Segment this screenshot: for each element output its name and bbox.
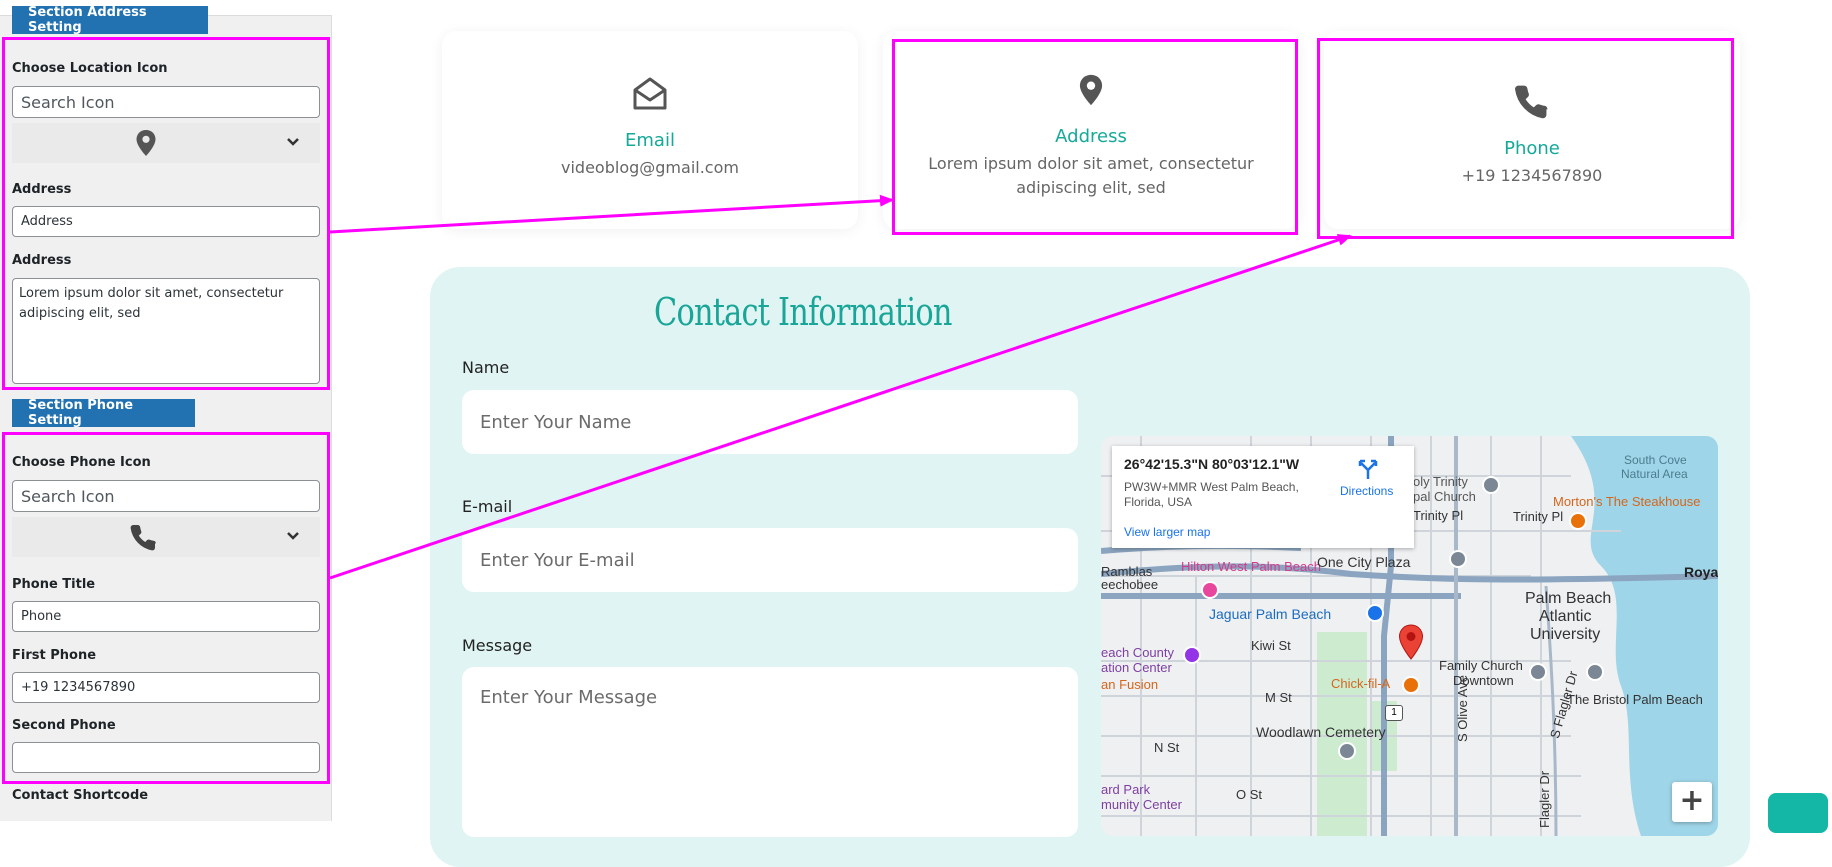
map-label: Jaguar Palm Beach: [1209, 606, 1332, 622]
cemetery-poi-icon[interactable]: [1338, 742, 1356, 760]
highlight-box-address-settings: [2, 37, 330, 390]
map-coordinates: 26°42'15.3"N 80°03'12.1"W: [1124, 456, 1300, 472]
map-label: University: [1530, 626, 1601, 643]
highlight-box-phone-settings: [2, 432, 330, 784]
envelope-open-icon: [633, 77, 667, 110]
church-poi-icon[interactable]: [1482, 476, 1500, 494]
map-label: S Olive Ave: [1455, 675, 1470, 742]
directions-link[interactable]: Directions: [1340, 484, 1393, 498]
museum-poi-icon[interactable]: [1183, 646, 1201, 664]
map-label: Atlantic: [1539, 608, 1592, 625]
name-input[interactable]: Enter Your Name: [462, 390, 1078, 454]
map-label: The Bristol Palm Beach: [1567, 692, 1703, 707]
route-shield: 1: [1385, 705, 1403, 721]
highlight-box-address-card: [892, 39, 1298, 235]
map-label: Royal: [1684, 564, 1718, 580]
directions-icon[interactable]: [1357, 458, 1379, 480]
map-marker-icon[interactable]: [1398, 624, 1424, 660]
map-label: each County: [1101, 645, 1174, 660]
map-label: Flagler Dr: [1537, 770, 1552, 828]
map-label: O St: [1236, 787, 1263, 802]
map-label: One City Plaza: [1317, 554, 1411, 570]
email-label: E-mail: [462, 497, 513, 516]
contact-heading: Contact Information: [654, 290, 952, 334]
map-label: Trinity Pl: [1513, 509, 1564, 524]
map-label: Kiwi St: [1251, 638, 1291, 653]
email-card-text: videoblog@gmail.com: [561, 158, 739, 177]
restaurant-poi-icon[interactable]: [1569, 512, 1587, 530]
map-label: N St: [1154, 740, 1180, 755]
restaurant-poi-icon[interactable]: [1402, 676, 1420, 694]
section-phone-setting-button[interactable]: Section Phone Setting: [12, 398, 195, 428]
map-label: pal Church: [1413, 489, 1476, 504]
church-poi-icon[interactable]: [1529, 663, 1547, 681]
message-textarea[interactable]: Enter Your Message: [462, 667, 1078, 837]
map-label: ard Park: [1101, 782, 1151, 797]
map-label: an Fusion: [1101, 677, 1159, 692]
shopping-poi-icon[interactable]: [1366, 604, 1384, 622]
contact-shortcode-label: Contact Shortcode: [12, 788, 149, 803]
email-card: Email videoblog@gmail.com: [442, 31, 858, 229]
map-info-window: 26°42'15.3"N 80°03'12.1"W PW3W+MMR West …: [1112, 446, 1414, 548]
map-label: South Cove: [1624, 453, 1687, 467]
map-label: Chick-fil-A: [1331, 676, 1391, 691]
building-poi-icon[interactable]: [1449, 550, 1467, 568]
map-label: munity Center: [1101, 797, 1182, 812]
map-label: oly Trinity: [1413, 474, 1468, 489]
view-larger-map-link[interactable]: View larger map: [1124, 525, 1210, 539]
highlight-box-phone-card: [1317, 38, 1734, 239]
map-label: M St: [1265, 690, 1292, 705]
hotel-poi-icon[interactable]: [1201, 581, 1219, 599]
map-address-line1: PW3W+MMR West Palm Beach,: [1124, 480, 1299, 494]
map-label: Morton's The Steakhouse: [1553, 494, 1701, 509]
map-label: eechobee: [1101, 577, 1159, 592]
map-label: ation Center: [1101, 660, 1172, 675]
map-label: Family Church: [1439, 658, 1523, 673]
map-address-line2: Florida, USA: [1124, 495, 1193, 509]
map-label: Natural Area: [1621, 467, 1688, 481]
hotel-poi-icon[interactable]: [1586, 663, 1604, 681]
zoom-in-button[interactable]: +: [1672, 782, 1712, 822]
scroll-to-top-button[interactable]: [1768, 793, 1828, 833]
section-address-setting-button[interactable]: Section Address Setting: [12, 5, 208, 35]
email-input[interactable]: Enter Your E-mail: [462, 528, 1078, 592]
email-card-title: Email: [625, 130, 675, 151]
name-label: Name: [462, 358, 510, 377]
map-label: Hilton West Palm Beach: [1181, 559, 1321, 574]
map-label: Palm Beach: [1525, 590, 1612, 607]
message-label: Message: [462, 636, 533, 655]
map-label: Trinity Pl: [1413, 508, 1464, 523]
map-label: Woodlawn Cemetery: [1256, 724, 1386, 740]
